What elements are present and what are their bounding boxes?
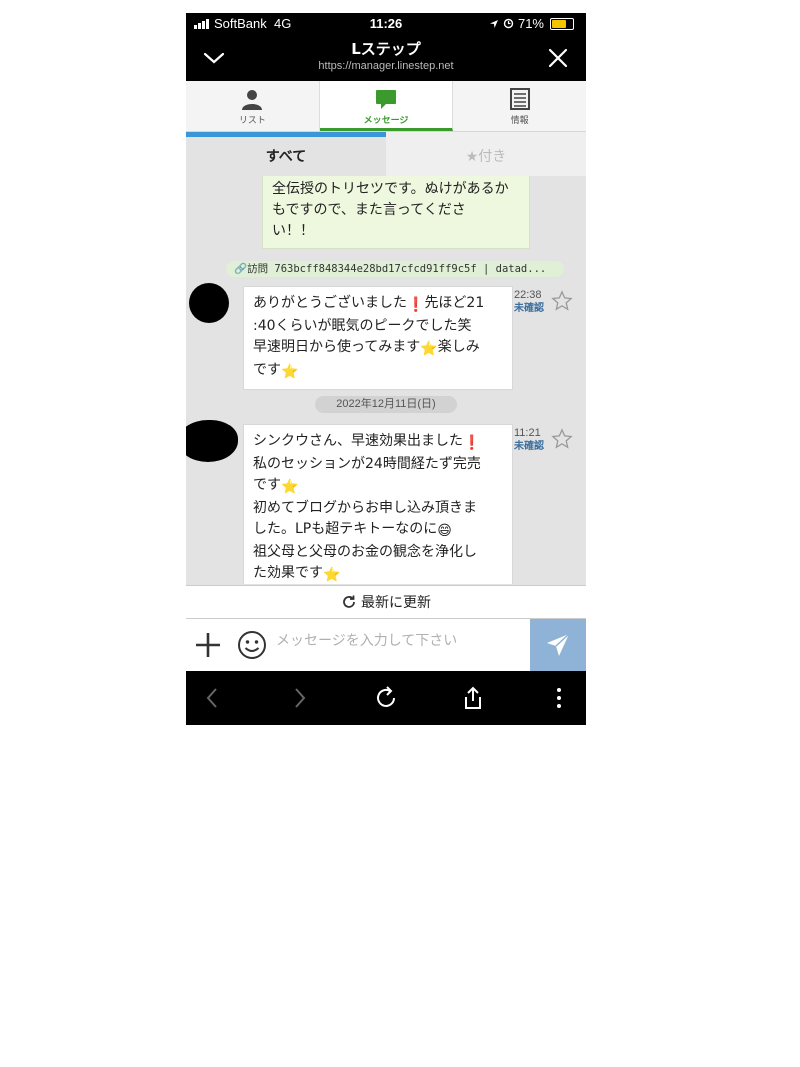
subtab-starred[interactable]: ★付き	[386, 132, 586, 176]
refresh-label: 最新に更新	[361, 595, 431, 611]
location-arrow-icon	[489, 19, 498, 28]
star-outline-icon[interactable]	[551, 290, 573, 312]
more-icon[interactable]	[546, 685, 572, 711]
star-emoji: ⭐	[281, 364, 299, 380]
reload-icon[interactable]	[373, 685, 399, 711]
unread-status: 未確認	[514, 441, 544, 452]
share-icon[interactable]	[460, 685, 486, 711]
incoming-message: シンクウさん、早速効果出ました❗ 私のセッションが24時間経たず完売 です⭐ 初…	[243, 424, 513, 584]
star-emoji: ⭐	[323, 567, 341, 583]
main-tabs: リスト メッセージ 情報	[186, 81, 586, 132]
tab-info[interactable]: 情報	[453, 81, 586, 131]
send-button[interactable]	[530, 619, 586, 671]
message-line: た効果です⭐	[253, 563, 503, 584]
message-line: :40くらいが眠気のピークでした笑	[253, 318, 472, 334]
sub-tabs: すべて ★付き	[186, 132, 586, 176]
unread-status: 未確認	[514, 303, 544, 314]
tab-list-label: リスト	[238, 116, 266, 126]
star-emoji: ⭐	[281, 479, 299, 495]
exclamation-emoji: ❗	[463, 435, 481, 451]
emoji-icon[interactable]	[237, 630, 267, 660]
message-line: 私のセッションが24時間経たず完売	[253, 456, 481, 472]
avatar	[186, 420, 238, 462]
alarm-icon	[503, 18, 514, 29]
refresh-button[interactable]: 最新に更新	[186, 585, 586, 619]
grin-emoji: 😄	[437, 523, 452, 539]
message-line: です⭐	[253, 475, 503, 498]
star-emoji: ⭐	[420, 341, 438, 357]
avatar	[189, 283, 229, 323]
visit-link[interactable]: 🔗訪問 763bcff848344e28bd17cfcd91ff9c5f | d…	[226, 261, 564, 277]
page-url: https://manager.linestep.net	[318, 60, 454, 72]
browser-toolbar	[186, 671, 586, 725]
message-line: い！！	[272, 223, 314, 239]
close-icon[interactable]	[546, 47, 570, 69]
send-icon	[547, 633, 570, 656]
browser-header: SoftBank 4G 11:26 71% Lステップ https://mana…	[186, 13, 586, 81]
status-right: 71%	[489, 16, 574, 31]
message-time: 11:21	[514, 427, 541, 439]
message-line: 全伝授のトリセツです。ぬけがあるか	[272, 181, 509, 197]
page-title: Lステップ	[351, 40, 421, 58]
date-divider: 2022年12月11日(日)	[315, 396, 457, 413]
status-bar: SoftBank 4G 11:26 71%	[186, 13, 586, 35]
plus-icon[interactable]	[194, 631, 222, 659]
exclamation-emoji: ❗	[407, 297, 425, 313]
chat-bubble-icon	[376, 90, 396, 109]
refresh-icon	[343, 595, 355, 608]
person-icon	[242, 90, 263, 110]
tab-message-label: メッセージ	[363, 116, 409, 126]
message-line: 祖父母と父母のお金の観念を浄化し	[253, 544, 477, 560]
battery-icon	[550, 17, 574, 30]
battery-percent: 71%	[517, 16, 544, 31]
star-outline-icon[interactable]	[551, 428, 573, 450]
tab-message[interactable]: メッセージ	[319, 81, 454, 131]
message-input[interactable]	[276, 621, 526, 661]
tab-list[interactable]: リスト	[186, 81, 320, 131]
forward-icon[interactable]	[286, 685, 312, 711]
tab-info-label: 情報	[510, 116, 529, 126]
message-line: 初めてブログからお申し込み頂きま	[253, 500, 477, 516]
message-meta: 22:38 未確認	[514, 288, 544, 316]
message-line: ありがとうございました❗先ほど21	[253, 293, 503, 316]
incoming-message: ありがとうございました❗先ほど21 :40くらいが眠気のピークでした笑 早速明日…	[243, 286, 513, 390]
message-composer	[186, 619, 586, 671]
message-line: した。LPも超テキトーなのに😄	[253, 519, 503, 542]
message-line: です⭐	[253, 360, 503, 383]
chat-area: 全伝授のトリセツです。ぬけがあるか もですので、また言ってくださ い！！ 🔗訪問…	[186, 176, 586, 584]
message-line: シンクウさん、早速効果出ました❗	[253, 431, 503, 454]
message-line: もですので、また言ってくださ	[272, 202, 466, 218]
message-meta: 11:21 未確認	[514, 426, 544, 454]
chevron-down-icon[interactable]	[202, 47, 226, 69]
phone-screen: SoftBank 4G 11:26 71% Lステップ https://mana…	[186, 13, 586, 725]
outgoing-message: 全伝授のトリセツです。ぬけがあるか もですので、また言ってくださ い！！	[262, 176, 530, 249]
list-doc-icon	[509, 88, 530, 110]
subtab-all[interactable]: すべて	[186, 132, 386, 176]
back-icon[interactable]	[200, 685, 226, 711]
message-line: 早速明日から使ってみます⭐楽しみ	[253, 337, 503, 360]
message-time: 22:38	[514, 289, 542, 301]
